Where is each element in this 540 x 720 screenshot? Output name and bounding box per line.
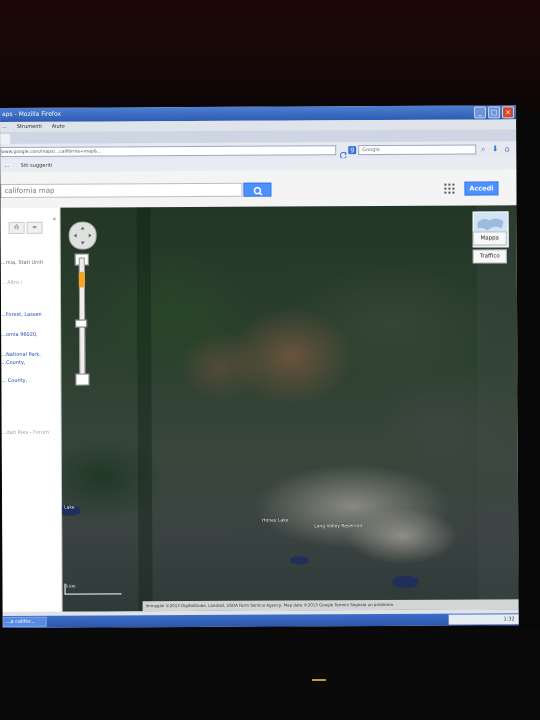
result-link[interactable]: ... Altro › [1, 280, 23, 286]
power-led [312, 679, 326, 681]
monitor-screen: aps - Mozilla Firefox _ □ × ... Strument… [0, 105, 519, 628]
menu-item-tools[interactable]: Strumenti [17, 122, 42, 132]
scale-label: 5 km [65, 583, 76, 589]
result-link[interactable]: ...Forest, Lassen [1, 312, 42, 318]
result-link[interactable]: ...County, [1, 360, 25, 366]
result-link[interactable]: ...ornia 96020, [1, 332, 38, 338]
search-icon [253, 186, 263, 196]
map-place-label[interactable]: Long Valley Reservoir [314, 524, 362, 529]
bookmark-suggested-sites[interactable]: Siti suggeriti [21, 163, 53, 169]
map-mode-button[interactable]: Mappa [472, 231, 507, 246]
result-link[interactable]: ...National Park, [1, 352, 41, 358]
apps-grid-icon[interactable] [444, 183, 455, 194]
window-title: aps - Mozilla Firefox [2, 110, 62, 118]
lake-shape [392, 575, 419, 588]
maximize-button[interactable]: □ [487, 106, 501, 119]
map-place-label[interactable]: Lake [64, 506, 75, 511]
menu-item-other[interactable]: ... [2, 122, 7, 132]
clock: 1:32 [503, 616, 515, 623]
imagery-seam [476, 205, 519, 610]
url-bar[interactable]: www.google.com/maps/...california+map&..… [0, 145, 337, 157]
close-icon[interactable]: « [53, 216, 57, 223]
result-link[interactable]: ... County, [1, 378, 27, 384]
system-tray: 1:32 [448, 614, 519, 625]
menu-item-help[interactable]: Aiuto [52, 122, 65, 132]
map-scale: 5 km [64, 583, 122, 595]
result-line: ...rnia, Stati Uniti [0, 259, 44, 266]
traffic-button[interactable]: Traffico [472, 249, 507, 264]
result-footer-link[interactable]: ...dati Ries - Forum [2, 430, 49, 436]
taskbar-firefox-item[interactable]: ...a califor... [2, 616, 47, 627]
pegman-icon[interactable] [78, 271, 85, 288]
browser-search-input[interactable]: Google [358, 144, 477, 156]
panel-tools: ⎙ ∞ [8, 214, 49, 234]
download-icon[interactable]: ⬇ [490, 144, 500, 154]
maps-search-input[interactable]: california map [0, 182, 243, 198]
maps-search-button[interactable] [243, 182, 272, 197]
results-panel: ⎙ ∞ « ...rnia, Stati Uniti ... Altro › ..… [0, 207, 63, 612]
minimize-button[interactable]: _ [473, 106, 487, 119]
link-icon[interactable]: ∞ [26, 221, 43, 234]
sign-in-button[interactable]: Accedi [464, 181, 499, 196]
search-icon[interactable]: ⌕ [478, 144, 488, 154]
print-icon[interactable]: ⎙ [8, 221, 25, 234]
reload-icon[interactable] [338, 145, 348, 159]
map-place-label[interactable]: Honey Lake [262, 518, 288, 523]
imagery-seam [136, 207, 153, 612]
google-icon[interactable]: g [348, 146, 357, 155]
zoom-out-icon[interactable] [75, 373, 90, 386]
monitor-bezel [0, 630, 540, 720]
bookmark-item[interactable]: ... [4, 163, 9, 169]
window-controls: _ □ × [473, 106, 515, 119]
home-icon[interactable]: ⌂ [502, 144, 512, 154]
browser-tab[interactable] [0, 133, 11, 144]
lake-shape [290, 556, 309, 565]
pan-control-icon[interactable] [68, 221, 97, 250]
os-taskbar: ...a califor... 1:32 [2, 613, 519, 628]
close-window-button[interactable]: × [501, 106, 515, 119]
zoom-slider-handle[interactable] [75, 319, 88, 328]
background-wall [0, 0, 540, 112]
satellite-map[interactable]: Mappa Traffico Lake Honey Lake Long Vall… [60, 205, 519, 612]
google-header: california map Accedi [0, 169, 517, 209]
